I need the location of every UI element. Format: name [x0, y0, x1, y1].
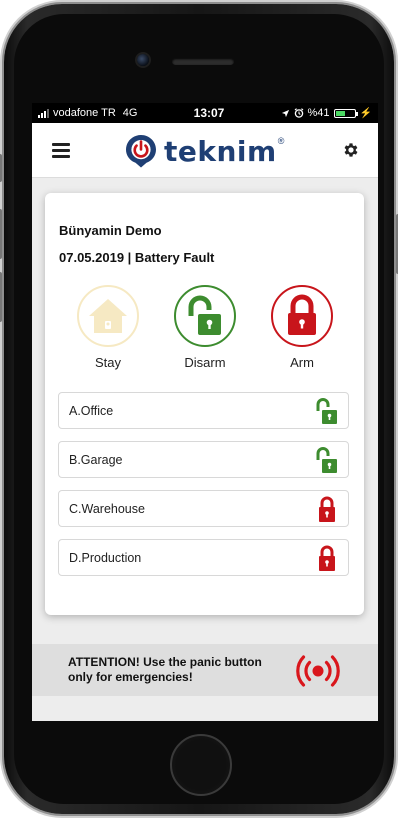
alarm-clock-icon: [294, 108, 303, 118]
network-type: 4G: [122, 107, 138, 119]
zone-item-production[interactable]: D.Production: [58, 539, 349, 576]
app-screen: vodafone TR 4G 13:07 %41 ⚡ teknim ® Büny…: [32, 103, 378, 721]
zone-item-warehouse[interactable]: C.Warehouse: [58, 490, 349, 527]
earpiece-speaker: [172, 58, 234, 65]
front-camera: [137, 54, 149, 66]
brand-logo: teknim ®: [125, 134, 284, 168]
disarm-label: Disarm: [184, 355, 226, 370]
zone-label: D.Production: [69, 550, 142, 565]
panic-alarm-icon[interactable]: [294, 653, 342, 689]
zone-label: B.Garage: [69, 452, 123, 467]
stay-circle: [77, 285, 139, 347]
home-button[interactable]: [170, 734, 232, 796]
disarm-circle: [174, 285, 236, 347]
alarm-panel-card: Bünyamin Demo 07.05.2019 | Battery Fault…: [45, 193, 364, 615]
arm-label: Arm: [290, 355, 314, 370]
zone-item-office[interactable]: A.Office: [58, 392, 349, 429]
volume-up-button: [0, 209, 2, 259]
disarm-button[interactable]: Disarm: [170, 285, 240, 370]
logo-pin-icon: [126, 135, 156, 168]
status-bar: vodafone TR 4G 13:07 %41 ⚡: [32, 103, 378, 123]
panic-warning-text: ATTENTION! Use the panic button only for…: [68, 655, 262, 684]
charging-bolt-icon: ⚡: [359, 107, 372, 119]
arm-button[interactable]: Arm: [267, 285, 337, 370]
volume-down-button: [0, 272, 2, 322]
arm-circle: [271, 285, 333, 347]
locked-padlock-icon: [319, 545, 335, 571]
user-name: Bünyamin Demo: [59, 223, 162, 238]
unlocked-padlock-icon: [188, 295, 221, 335]
mute-switch: [0, 154, 2, 182]
zone-label: C.Warehouse: [69, 501, 145, 516]
gear-icon[interactable]: [342, 141, 360, 159]
unlocked-padlock-icon: [316, 397, 337, 424]
stay-label: Stay: [94, 355, 121, 370]
signal-icon: [38, 108, 49, 118]
battery-icon: [333, 108, 358, 118]
app-header: teknim ®: [32, 123, 378, 178]
location-arrow-icon: [281, 109, 289, 117]
zone-item-garage[interactable]: B.Garage: [58, 441, 349, 478]
clock: 13:07: [193, 106, 225, 120]
unlocked-padlock-icon: [316, 446, 337, 473]
zone-label: A.Office: [69, 403, 114, 418]
brand-name: teknim: [164, 134, 277, 168]
home-icon: [89, 299, 127, 333]
battery-percent: %41: [307, 107, 330, 119]
locked-padlock-icon: [319, 496, 335, 522]
brand-registered-mark: ®: [277, 136, 285, 146]
carrier-name: vodafone TR: [53, 107, 116, 119]
stay-button[interactable]: Stay: [73, 285, 143, 370]
menu-icon[interactable]: [52, 143, 70, 158]
panic-bar: ATTENTION! Use the panic button only for…: [32, 644, 378, 696]
panel-status: 07.05.2019 | Battery Fault: [59, 250, 215, 265]
locked-padlock-icon: [288, 294, 316, 335]
